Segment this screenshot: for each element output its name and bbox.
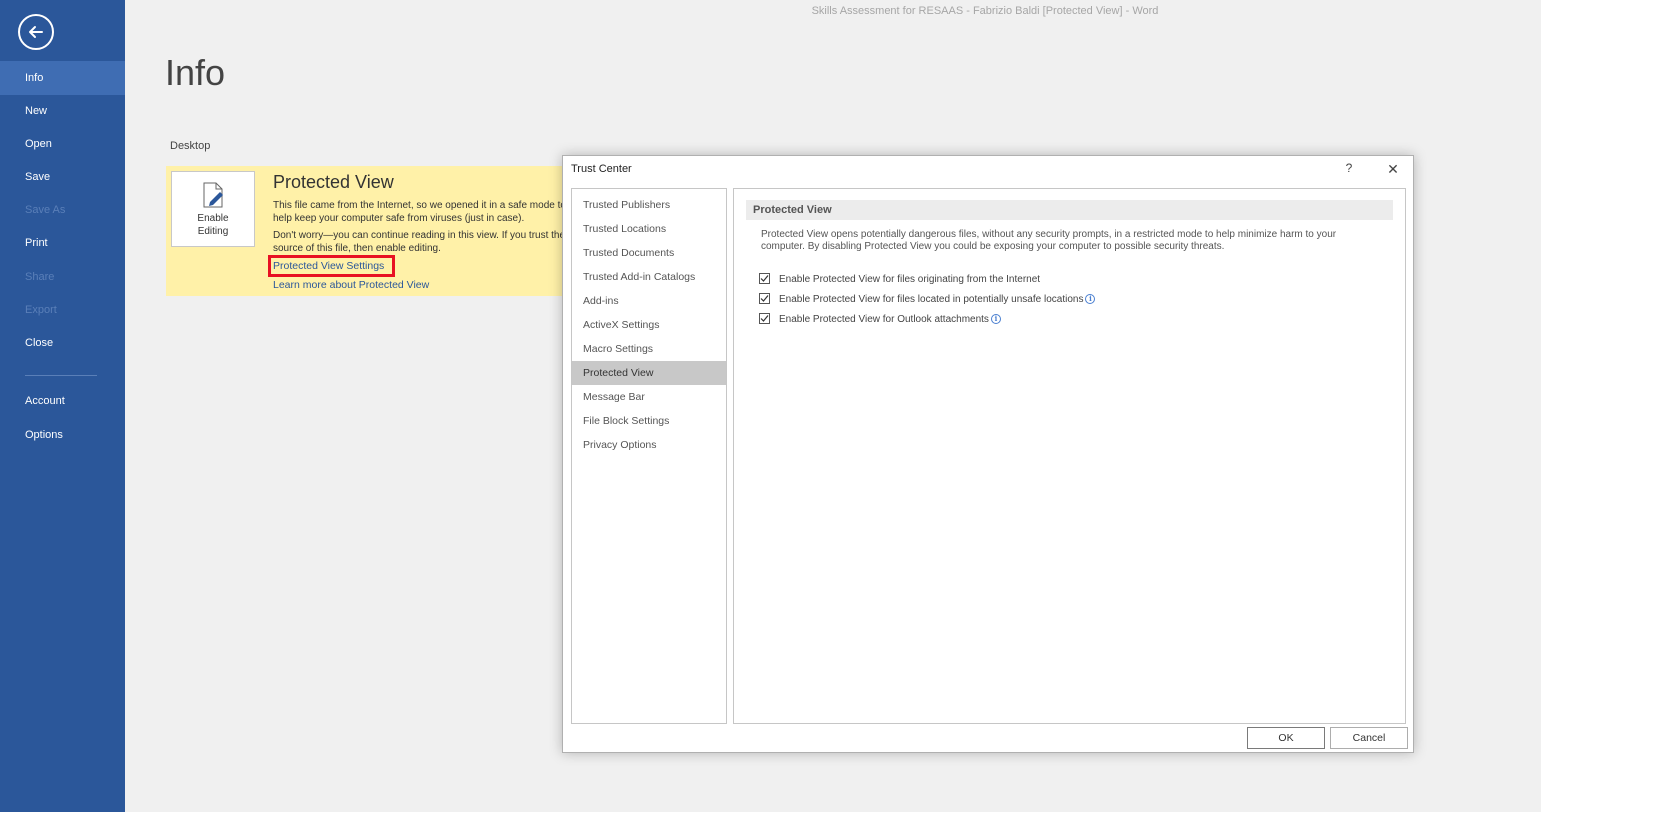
category-macro-settings[interactable]: Macro Settings bbox=[572, 337, 726, 361]
option-outlook-attachments[interactable]: Enable Protected View for Outlook attach… bbox=[759, 312, 1001, 327]
nav-account[interactable]: Account bbox=[0, 384, 125, 418]
nav-close[interactable]: Close bbox=[0, 326, 125, 360]
category-activex-settings[interactable]: ActiveX Settings bbox=[572, 313, 726, 337]
info-icon[interactable]: i bbox=[990, 314, 1001, 325]
category-trusted-locations[interactable]: Trusted Locations bbox=[572, 217, 726, 241]
help-button[interactable]: ? bbox=[1339, 161, 1359, 179]
checkbox-internet-files[interactable] bbox=[759, 272, 770, 284]
category-trusted-documents[interactable]: Trusted Documents bbox=[572, 241, 726, 265]
option-internet-files[interactable]: Enable Protected View for files originat… bbox=[759, 272, 1041, 287]
nav-save[interactable]: Save bbox=[0, 160, 125, 194]
checkmark-icon bbox=[760, 274, 769, 282]
section-header: Protected View bbox=[746, 200, 1393, 220]
nav-share[interactable]: Share bbox=[0, 260, 125, 294]
protected-view-hint: Don't worry—you can continue reading in … bbox=[273, 230, 566, 254]
category-trusted-add-in-catalogs[interactable]: Trusted Add-in Catalogs bbox=[572, 265, 726, 289]
nav-options[interactable]: Options bbox=[0, 418, 125, 452]
checkbox-unsafe-locations[interactable] bbox=[759, 292, 770, 304]
page-title: Info bbox=[165, 52, 226, 93]
dialog-title: Trust Center bbox=[571, 163, 632, 175]
arrow-left-icon bbox=[29, 26, 43, 38]
category-list: Trusted Publishers Trusted Locations Tru… bbox=[571, 188, 727, 724]
word-backstage: Skills Assessment for RESAAS - Fabrizio … bbox=[0, 0, 1541, 812]
ok-button[interactable]: OK bbox=[1247, 727, 1325, 749]
nav-info[interactable]: Info bbox=[0, 61, 125, 95]
category-add-ins[interactable]: Add-ins bbox=[572, 289, 726, 313]
category-trusted-publishers[interactable]: Trusted Publishers bbox=[572, 193, 726, 217]
enable-editing-button[interactable]: Enable Editing bbox=[171, 171, 255, 247]
category-message-bar[interactable]: Message Bar bbox=[572, 385, 726, 409]
option-label: Enable Protected View for files originat… bbox=[779, 274, 1041, 285]
checkmark-icon bbox=[760, 314, 769, 322]
option-label: Enable Protected View for files located … bbox=[779, 294, 1084, 305]
trust-center-dialog: Trust Center ? ✕ Trusted Publishers Trus… bbox=[562, 155, 1414, 753]
protected-view-settings-link[interactable]: Protected View Settings bbox=[267, 255, 396, 277]
info-icon[interactable]: i bbox=[1085, 294, 1096, 305]
cancel-button[interactable]: Cancel bbox=[1330, 727, 1408, 749]
nav-print[interactable]: Print bbox=[0, 226, 125, 260]
category-file-block-settings[interactable]: File Block Settings bbox=[572, 409, 726, 433]
protected-view-banner: Enable Editing Protected View This file … bbox=[166, 166, 566, 296]
learn-more-link[interactable]: Learn more about Protected View bbox=[273, 279, 429, 291]
window-title: Skills Assessment for RESAAS - Fabrizio … bbox=[811, 5, 1159, 17]
nav-divider bbox=[25, 375, 97, 376]
protected-view-message: This file came from the Internet, so we … bbox=[273, 200, 566, 224]
back-button[interactable] bbox=[18, 14, 54, 50]
settings-pane: Protected View Protected View opens pote… bbox=[733, 188, 1406, 724]
backstage-sidebar: Info New Open Save Save As Print Share E… bbox=[0, 0, 125, 812]
location-label: Desktop bbox=[170, 140, 211, 152]
close-button[interactable]: ✕ bbox=[1383, 161, 1403, 179]
checkbox-outlook-attachments[interactable] bbox=[759, 312, 770, 324]
enable-editing-label: Enable Editing bbox=[197, 213, 229, 237]
nav-save-as[interactable]: Save As bbox=[0, 193, 125, 227]
edit-document-icon bbox=[203, 182, 223, 208]
protected-view-heading: Protected View bbox=[273, 172, 394, 192]
option-label: Enable Protected View for Outlook attach… bbox=[779, 314, 989, 325]
nav-export[interactable]: Export bbox=[0, 293, 125, 327]
category-privacy-options[interactable]: Privacy Options bbox=[572, 433, 726, 457]
section-description: Protected View opens potentially dangero… bbox=[761, 229, 1337, 252]
category-protected-view[interactable]: Protected View bbox=[572, 361, 726, 385]
option-unsafe-locations[interactable]: Enable Protected View for files located … bbox=[759, 292, 1096, 307]
nav-new[interactable]: New bbox=[0, 94, 125, 128]
nav-open[interactable]: Open bbox=[0, 127, 125, 161]
checkmark-icon bbox=[760, 294, 769, 302]
